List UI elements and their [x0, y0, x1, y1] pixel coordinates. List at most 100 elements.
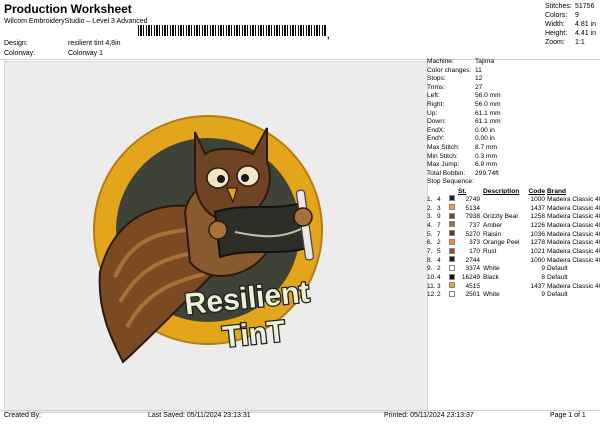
row-brand: Madeira Classic 40 [547, 204, 600, 212]
row-description: Rust [483, 248, 497, 256]
row-stitches: 2744 [465, 256, 480, 264]
row-code: 1036 [530, 230, 545, 238]
prop-right: Right: 56.0 mm [427, 100, 501, 108]
row-number: 10. [427, 274, 437, 282]
color-swatch [449, 212, 455, 219]
row-color-index: 4 [437, 195, 441, 203]
sequence-row: 12. 2 2501 White 9 Default [427, 290, 600, 301]
prop-stops: Stops: 12 [427, 75, 483, 83]
row-number: 2. [427, 204, 433, 212]
row-description: Orange Peel [483, 239, 520, 247]
header-brand: Brand [547, 187, 567, 195]
row-stitches: 170 [469, 248, 480, 256]
row-code: 8 [541, 274, 545, 282]
row-color-index: 7 [437, 230, 441, 238]
row-stitches: 373 [469, 239, 480, 247]
prop-min-stitch: Min Stitch: 0.3 mm [427, 152, 497, 160]
row-color-index: 3 [437, 204, 441, 212]
row-brand: Madeira Classic 40 [547, 213, 600, 221]
prop-trims: Trims: 27 [427, 83, 483, 91]
prop-color-changes: Color changes: 11 [427, 66, 482, 74]
row-number: 12. [427, 291, 437, 299]
row-code: 1437 [530, 204, 545, 212]
prop-max-jump: Max Jump: 6.9 mm [427, 161, 497, 169]
stop-sequence-table: 1. 4 2749 1000 Madeira Classic 40 2. 3 5134 1437… [427, 195, 600, 301]
row-brand: Madeira Classic 40 [547, 248, 600, 256]
row-description: Raisin [483, 230, 502, 238]
stop-sequence-label: Stop Sequence: [427, 178, 474, 186]
header-st: St. [458, 187, 467, 195]
prop-endy: EndY: 0.00 in [427, 135, 495, 143]
stat-colors: Colors: 9 [545, 12, 579, 19]
row-brand: Default [547, 265, 568, 273]
row-number: 7. [427, 248, 433, 256]
row-number: 5. [427, 230, 433, 238]
page-number: Page 1 of 1 [550, 412, 586, 419]
last-saved: Last Saved: 05/11/2024 23:13:31 [148, 412, 251, 419]
row-brand: Madeira Classic 40 [547, 195, 600, 203]
flag-banner [213, 200, 312, 259]
design-value: resilient tint 4,8in [68, 40, 121, 47]
row-stitches: 4515 [465, 282, 480, 290]
row-code: 1226 [530, 221, 545, 229]
design-label: Design: [4, 40, 28, 47]
row-description: White [483, 291, 500, 299]
prop-total-bobbin: Total Bobbin: 299.74ft [427, 169, 499, 177]
colorway-label: Colorway: [4, 50, 36, 57]
row-color-index: 2 [437, 291, 441, 299]
row-color-index: 3 [437, 282, 441, 290]
stat-zoom: Zoom: 1:1 [545, 39, 585, 46]
row-code: 1000 [530, 195, 545, 203]
page-title: Production Worksheet [4, 2, 132, 16]
properties-panel: Machine: Tajima Color changes: 11 Stops: 12… [427, 58, 600, 410]
prop-endx: EndX: 0.00 in [427, 126, 495, 134]
row-swatch-cell [449, 290, 458, 301]
software-subtitle: Wilcom EmbroideryStudio – Level 3 Advanc… [4, 18, 148, 25]
printed-date: Printed: 05/11/2024 23:13:37 [384, 412, 474, 419]
prop-max-stitch: Max Stitch: 8.7 mm [427, 143, 497, 151]
row-stitches: 2501 [465, 291, 480, 299]
row-brand: Default [547, 291, 568, 299]
row-stitches: 2749 [465, 195, 480, 203]
row-description: Black [483, 274, 499, 282]
prop-up: Up: 61.1 mm [427, 109, 501, 117]
barcode [138, 25, 326, 36]
row-number: 4. [427, 221, 433, 229]
color-swatch [449, 290, 455, 297]
row-color-index: 4 [437, 256, 441, 264]
stat-height: Height: 4.41 in [545, 30, 597, 37]
row-number: 11. [427, 282, 436, 290]
row-code: 1000 [530, 256, 545, 264]
row-brand: Madeira Classic 40 [547, 256, 600, 264]
design-preview-canvas[interactable]: Resilient TinT [4, 61, 428, 413]
row-code: 1278 [530, 239, 545, 247]
stat-width: Width: 4.81 in [545, 21, 597, 28]
color-swatch [449, 238, 455, 245]
row-number: 6. [427, 239, 433, 247]
owl-right-claw [293, 207, 313, 227]
color-swatch [449, 195, 455, 202]
created-by: Created By: [4, 412, 41, 419]
row-code: 1021 [530, 248, 545, 256]
row-stitches: 737 [469, 221, 480, 229]
design-row: Design: resilient tint 4,8in [4, 40, 121, 47]
footer-divider [0, 410, 600, 411]
header-code: Code [528, 187, 545, 195]
row-stitches: 7938 [465, 213, 480, 221]
row-stitches: 16249 [461, 274, 480, 282]
row-brand: Madeira Classic 40 [547, 239, 600, 247]
row-stitches: 5270 [465, 230, 480, 238]
color-swatch [449, 264, 455, 271]
row-color-index: 9 [437, 213, 441, 221]
color-swatch [449, 273, 455, 280]
row-stitches: 3374 [465, 265, 480, 273]
prop-machine: Machine: Tajima [427, 58, 495, 65]
row-brand: Madeira Classic 40 [547, 230, 600, 238]
color-swatch [449, 204, 455, 211]
prop-left: Left: 56.0 mm [427, 92, 501, 100]
row-number: 1. [427, 195, 433, 203]
row-number: 9. [427, 265, 433, 273]
design-text-line2: TinT [221, 315, 287, 354]
colorway-row: Colorway: Colorway 1 [4, 50, 103, 57]
colorway-value: Colorway 1 [68, 50, 104, 57]
